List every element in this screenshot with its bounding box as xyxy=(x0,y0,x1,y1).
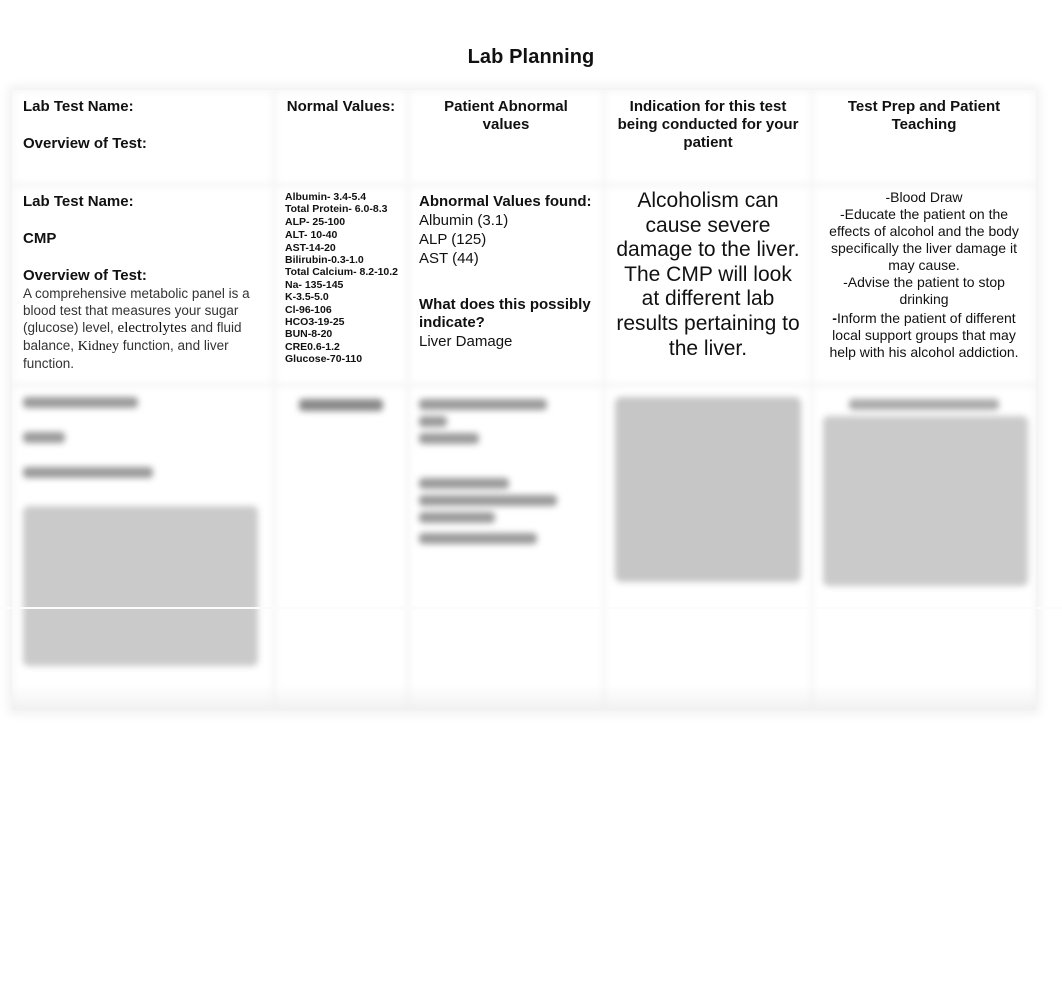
overview-part-electrolytes: electrolytes xyxy=(117,320,187,336)
cell-normal-values: Albumin- 3.4-5.4 Total Protein- 6.0-8.3 … xyxy=(274,185,408,385)
cell-blurred xyxy=(408,385,604,710)
header-cell-indication: Indication for this test being conducted… xyxy=(604,90,812,185)
abnormal-values-list: Albumin (3.1) ALP (125) AST (44) xyxy=(419,211,593,268)
table-row: Lab Test Name: CMP Overview of Test: A c… xyxy=(12,185,1036,385)
header-cell-abnormal-values: Patient Abnormal values xyxy=(408,90,604,185)
header-cell-normal-values: Normal Values: xyxy=(274,90,408,185)
normal-value-item: ALT- 10-40 xyxy=(285,229,338,242)
normal-value-item: ALP- 25-100 xyxy=(285,215,346,228)
page-title: Lab Planning xyxy=(467,46,595,68)
header-normal-values: Normal Values: xyxy=(286,98,396,115)
overview-part-kidney: Kidney xyxy=(77,339,120,354)
header-patient-abnormal-values: Patient Abnormal values xyxy=(444,98,568,133)
blurred-content xyxy=(823,399,1028,586)
abnormal-value-item: Albumin (3.1) xyxy=(419,212,509,229)
header-lab-test-name: Lab Test Name: xyxy=(23,98,134,115)
indicate-label: What does this possibly indicate? xyxy=(419,296,591,331)
normal-value-item: HCO3-19-25 xyxy=(285,316,345,329)
lab-test-name-value: CMP xyxy=(23,230,57,247)
teaching-item: -Educate the patient on the effects of a… xyxy=(829,206,1019,273)
table-row-blurred xyxy=(12,385,1036,710)
header-overview-of-test: Overview of Test: xyxy=(23,135,147,152)
normal-value-item: BUN-8-20 xyxy=(285,328,333,341)
cell-test-prep-teaching: -Blood Draw -Educate the patient on the … xyxy=(812,185,1036,385)
abnormal-values-label: Abnormal Values found: xyxy=(419,193,592,210)
normal-value-item: Na- 135-145 xyxy=(285,278,344,291)
cell-blurred xyxy=(604,385,812,710)
normal-value-item: Total Calcium- 8.2-10.2 xyxy=(285,266,399,279)
overview-text: A comprehensive metabolic panel is a blo… xyxy=(23,285,263,372)
normal-value-item: Glucose-70-110 xyxy=(285,353,363,366)
normal-value-item: Total Protein- 6.0-8.3 xyxy=(285,203,388,216)
cell-lab-test: Lab Test Name: CMP Overview of Test: A c… xyxy=(12,185,274,385)
lab-test-name-label: Lab Test Name: xyxy=(23,193,134,210)
lab-planning-table: Lab Test Name: Overview of Test: Normal … xyxy=(12,90,1036,710)
normal-value-item: AST-14-20 xyxy=(285,241,336,254)
header-cell-lab-test: Lab Test Name: Overview of Test: xyxy=(12,90,274,185)
cell-blurred xyxy=(274,385,408,710)
cell-blurred xyxy=(812,385,1036,710)
abnormal-value-item: AST (44) xyxy=(419,250,479,267)
table-header-row: Lab Test Name: Overview of Test: Normal … xyxy=(12,90,1036,185)
normal-value-item: Bilirubin-0.3-1.0 xyxy=(285,254,364,267)
overview-label: Overview of Test: xyxy=(23,267,147,284)
cell-blurred xyxy=(12,385,274,710)
cell-indication: Alcoholism can cause severe damage to th… xyxy=(604,185,812,385)
blurred-content xyxy=(419,399,593,544)
normal-value-item: Cl-96-106 xyxy=(285,303,332,316)
blurred-content xyxy=(23,397,263,666)
indicate-value: Liver Damage xyxy=(419,333,513,350)
teaching-item: -Inform the patient of different local s… xyxy=(823,310,1025,361)
page-seam xyxy=(0,607,1062,609)
normal-value-item: Albumin- 3.4-5.4 xyxy=(285,191,367,203)
normal-value-item: K-3.5-5.0 xyxy=(285,291,329,304)
blurred-content xyxy=(285,399,397,411)
abnormal-value-item: ALP (125) xyxy=(419,231,487,248)
normal-value-item: CRE0.6-1.2 xyxy=(285,340,340,353)
header-indication: Indication for this test being conducted… xyxy=(617,98,799,151)
header-test-prep-teaching: Test Prep and Patient Teaching xyxy=(847,98,1001,133)
blurred-content xyxy=(615,397,801,582)
teaching-item-text: Inform the patient of different local su… xyxy=(829,310,1019,360)
teaching-item: -Blood Draw xyxy=(885,189,963,205)
indication-text: Alcoholism can cause severe damage to th… xyxy=(616,189,800,360)
header-cell-test-prep: Test Prep and Patient Teaching xyxy=(812,90,1036,185)
bottom-fade xyxy=(12,685,1036,710)
teaching-item: -Advise the patient to stop drinking xyxy=(843,274,1005,307)
cell-abnormal-values: Abnormal Values found: Albumin (3.1) ALP… xyxy=(408,185,604,385)
